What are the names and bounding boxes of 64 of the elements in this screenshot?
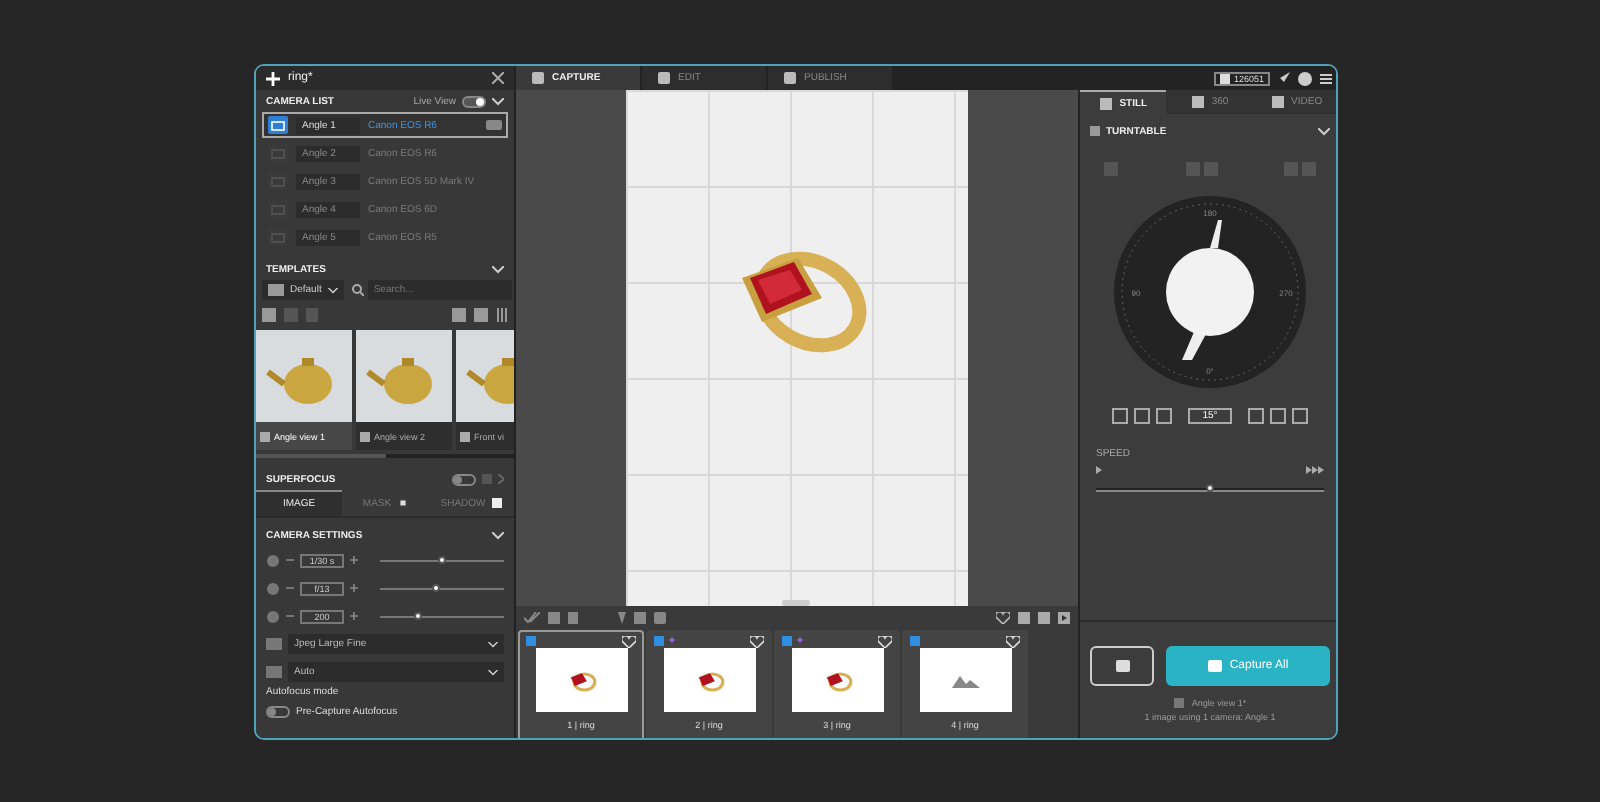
minus-icon[interactable] [286, 612, 294, 620]
chevron-icon[interactable] [492, 531, 504, 539]
ring-drawing [565, 666, 597, 694]
tab-icon [658, 72, 670, 84]
settings-icon[interactable] [1298, 71, 1312, 85]
camera-icon [1115, 660, 1129, 672]
camera-button[interactable] [1090, 646, 1154, 686]
mountain-icon [951, 673, 979, 687]
minus-icon[interactable] [286, 584, 294, 592]
sliders-icon[interactable] [496, 308, 508, 322]
ring-drawing [693, 666, 725, 694]
live-view-toggle[interactable] [462, 95, 486, 107]
battery-icon [486, 120, 502, 130]
teapot-drawing [1166, 220, 1254, 360]
minus-icon[interactable] [286, 556, 294, 564]
slider-thumb[interactable] [413, 611, 422, 619]
tab-icon [784, 72, 796, 84]
checkbox[interactable] [491, 498, 502, 508]
ring-drawing [821, 666, 853, 694]
chevron-icon [488, 641, 498, 647]
heart-icon[interactable] [878, 636, 892, 648]
chevron-icon [327, 287, 338, 293]
checkbox[interactable] [397, 498, 408, 508]
image-icon [1173, 698, 1184, 708]
search-icon [351, 284, 364, 296]
square-icon [482, 474, 492, 484]
heart-icon[interactable] [622, 636, 636, 648]
slow-icon [1096, 466, 1102, 474]
camera-icon [1207, 660, 1222, 672]
teapot-picture [356, 330, 452, 422]
chevron-right-icon [498, 474, 504, 484]
image-icon [782, 636, 792, 646]
tab-icon [1099, 97, 1112, 109]
slider-thumb[interactable] [431, 583, 440, 591]
folder-icon [268, 284, 284, 296]
resize-handle[interactable] [782, 600, 810, 606]
tab-icon [1271, 96, 1284, 108]
image-icon [654, 636, 664, 646]
check-icon[interactable] [524, 612, 540, 624]
slider-thumb[interactable] [438, 555, 446, 563]
chevron-icon [488, 669, 498, 675]
play-icon[interactable] [1058, 612, 1070, 624]
chevron-icon[interactable] [492, 265, 504, 273]
fast-icon [1306, 466, 1324, 474]
chevron-icon[interactable] [492, 97, 504, 105]
image-icon [260, 431, 270, 441]
image-icon [460, 431, 470, 441]
heart-icon[interactable] [750, 636, 764, 648]
chevron-icon[interactable] [1318, 127, 1330, 135]
autofocus-toggle[interactable] [266, 706, 290, 718]
pin-icon[interactable] [618, 612, 626, 624]
stack-icon [1219, 73, 1230, 83]
teapot-picture [256, 330, 352, 422]
menu-icon[interactable] [1320, 73, 1332, 83]
rocket-icon[interactable] [1278, 72, 1290, 84]
image-icon [526, 636, 536, 646]
image-icon [360, 431, 370, 441]
tab-icon [532, 72, 544, 84]
superfocus-toggle[interactable] [452, 473, 476, 485]
image-icon [910, 636, 920, 646]
checkbox[interactable] [1090, 126, 1100, 136]
tab-icon [1191, 96, 1204, 108]
slider-thumb[interactable] [1206, 484, 1214, 492]
close-icon[interactable] [492, 72, 504, 84]
